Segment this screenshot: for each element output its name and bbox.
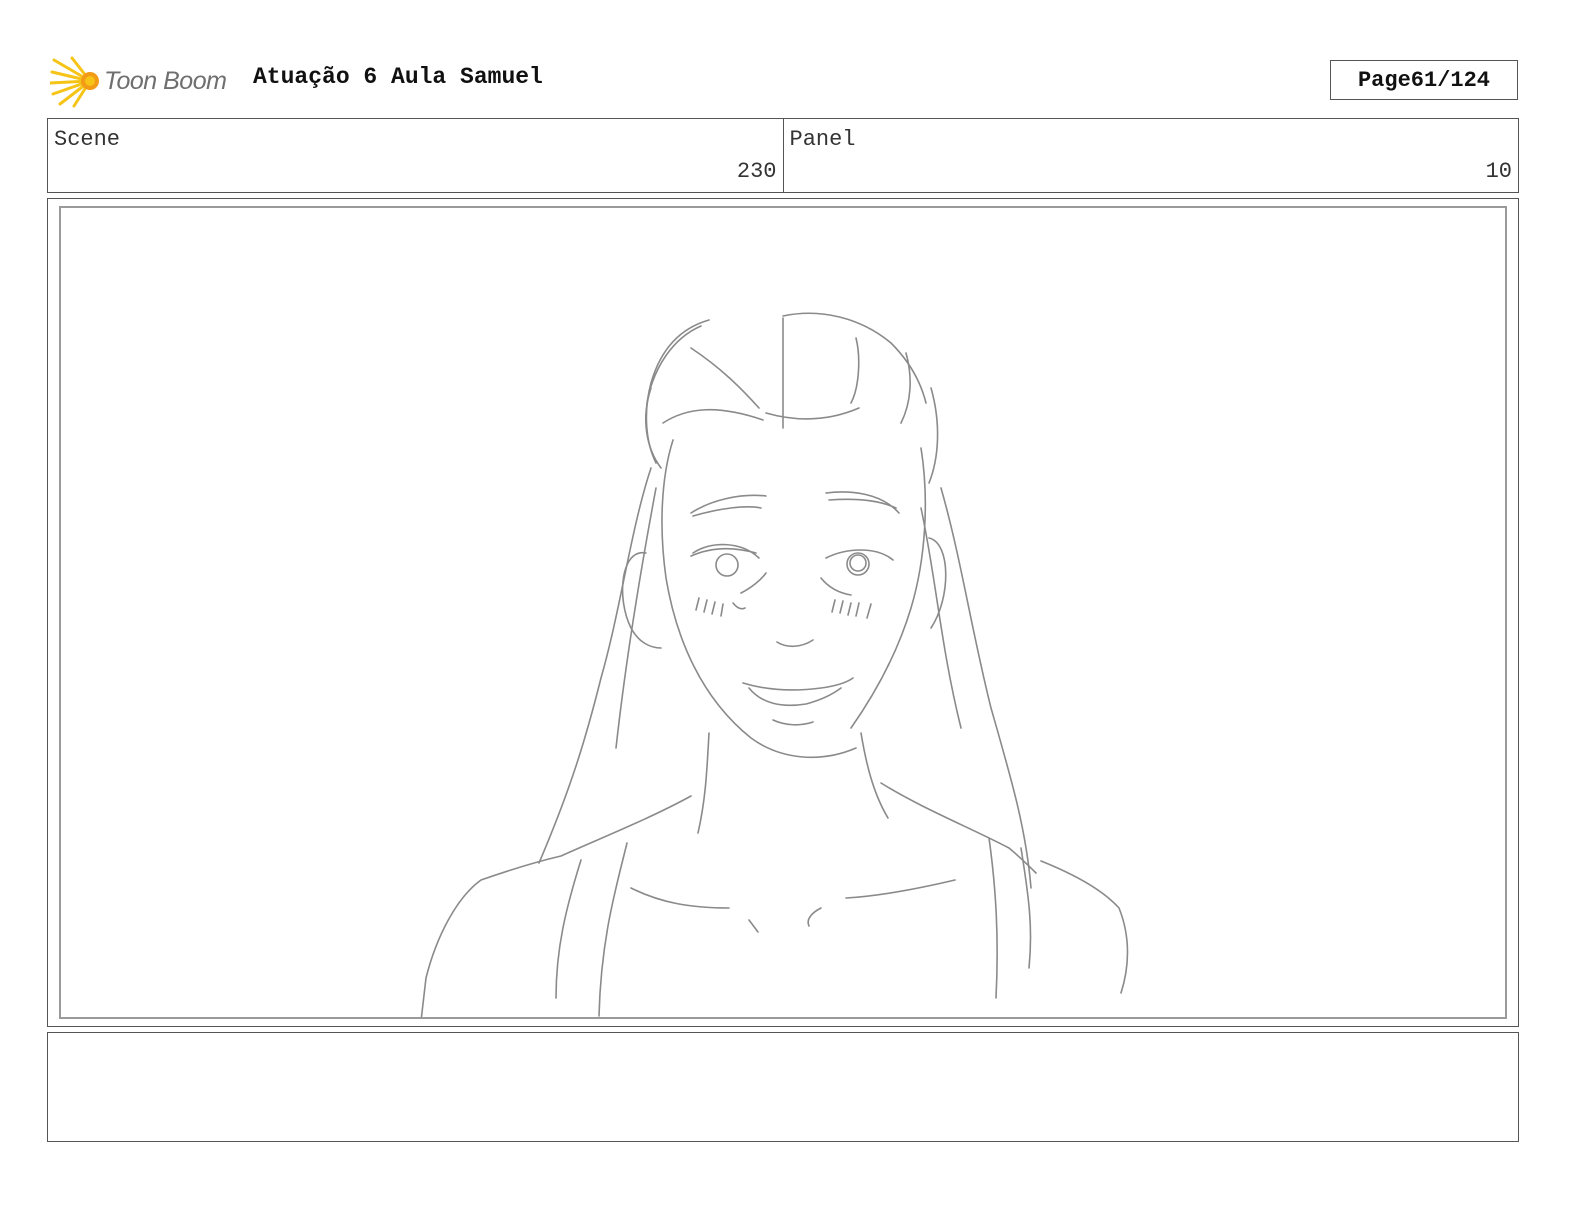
- storyboard-panel-image: [59, 206, 1507, 1019]
- panel-notes-box: [47, 1032, 1519, 1142]
- toon-boom-logo: Toon Boom: [50, 54, 240, 108]
- page-value: 61/124: [1410, 67, 1491, 93]
- scene-label: Scene: [54, 127, 121, 152]
- storyboard-panel-frame: [47, 198, 1519, 1027]
- panel-value: 10: [1485, 159, 1512, 184]
- logo-text: Toon Boom: [104, 66, 227, 95]
- scene-value: 230: [736, 159, 777, 184]
- document-title: Atuação 6 Aula Samuel: [253, 64, 543, 90]
- page-counter: Page 61/124: [1330, 60, 1518, 100]
- page-label: Page: [1357, 67, 1411, 93]
- scene-panel-info: Scene 230 Panel 10: [47, 118, 1519, 193]
- panel-cell: Panel 10: [782, 119, 1519, 192]
- panel-label: Panel: [789, 127, 856, 152]
- star-burst-icon: [50, 56, 99, 108]
- scene-cell: Scene 230: [48, 119, 783, 192]
- girl-sketch-drawing: [420, 312, 1129, 1017]
